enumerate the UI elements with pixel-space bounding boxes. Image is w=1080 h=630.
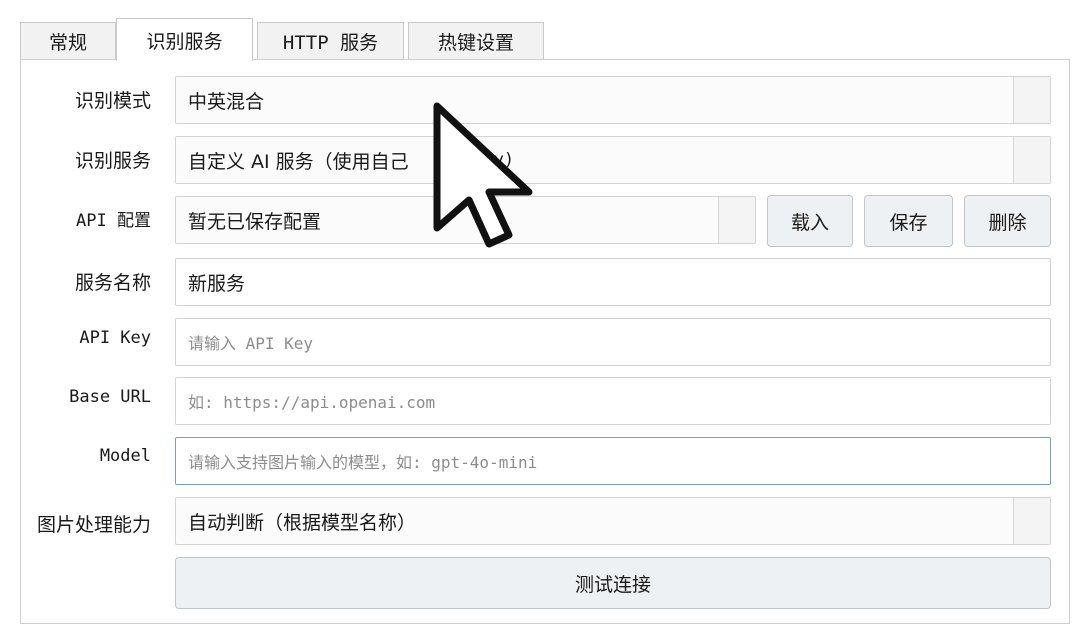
save-button[interactable]: 保存 [864,195,953,247]
image-capability-value: 自动判断（根据模型名称） [188,511,417,534]
dropdown-arrow-icon[interactable] [1013,498,1050,544]
model-placeholder: 请输入支持图片输入的模型，如: gpt-4o-mini [188,453,538,472]
test-connection-label: 测试连接 [574,573,651,596]
model-label: Model [99,446,151,466]
tab-general-label: 常规 [48,32,87,54]
settings-panel: 识别模式 中英混合 识别服务 自定义 AI 服务（使用自己 I Key) API… [20,59,1070,624]
model-input[interactable]: 请输入支持图片输入的模型，如: gpt-4o-mini [175,437,1051,485]
base-url-placeholder: 如: https://api.openai.com [188,393,436,412]
delete-button[interactable]: 删除 [964,195,1051,247]
dropdown-arrow-icon[interactable] [1013,137,1050,183]
image-capability-select[interactable]: 自动判断（根据模型名称） [175,497,1051,545]
image-capability-label: 图片处理能力 [36,514,151,536]
tab-recognition-service[interactable]: 识别服务 [116,18,253,61]
base-url-input[interactable]: 如: https://api.openai.com [175,377,1051,425]
tab-general[interactable]: 常规 [20,22,116,60]
load-button-label: 载入 [790,211,829,234]
tab-hotkey-settings-label: 热键设置 [437,32,514,54]
tab-recognition-service-label: 识别服务 [146,30,223,53]
tab-http-service[interactable]: HTTP 服务 [257,22,404,60]
load-button[interactable]: 载入 [767,195,853,247]
save-button-label: 保存 [889,211,928,234]
base-url-label: Base URL [69,387,151,407]
api-config-value: 暂无已保存配置 [188,210,322,233]
recognition-mode-select[interactable]: 中英混合 [175,76,1051,124]
api-key-label: API Key [79,328,151,348]
recognition-service-select[interactable]: 自定义 AI 服务（使用自己 I Key) [175,136,1051,184]
recognition-mode-label: 识别模式 [74,90,151,112]
tab-hotkey-settings[interactable]: 热键设置 [408,22,544,60]
recognition-service-label: 识别服务 [74,150,151,172]
service-name-input[interactable]: 新服务 [175,258,1051,306]
tab-http-service-label: HTTP 服务 [282,32,379,54]
dropdown-arrow-icon[interactable] [718,197,755,243]
service-name-label: 服务名称 [74,272,151,294]
recognition-service-value-prefix: 自定义 AI 服务（使用自己 [188,150,409,173]
api-config-label: API 配置 [76,211,151,231]
dropdown-arrow-icon[interactable] [1013,77,1050,123]
test-connection-button[interactable]: 测试连接 [175,557,1051,609]
delete-button-label: 删除 [988,211,1027,234]
mouse-pointer-icon [433,102,533,248]
recognition-mode-value: 中英混合 [188,90,265,113]
service-name-value: 新服务 [188,272,246,295]
api-key-placeholder: 请输入 API Key [188,334,314,353]
api-key-input[interactable]: 请输入 API Key [175,318,1051,366]
